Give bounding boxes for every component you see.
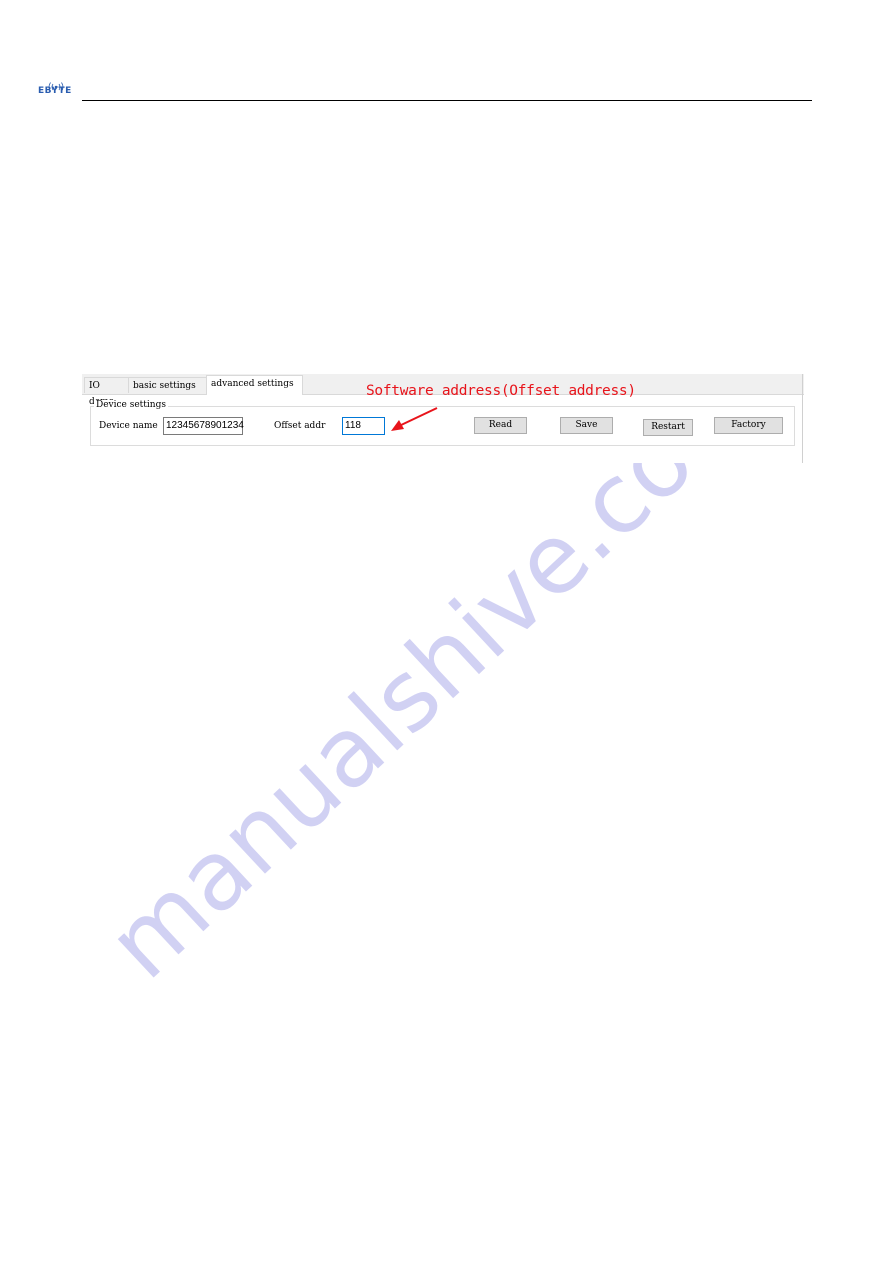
- tab-advanced-settings[interactable]: advanced settings: [206, 375, 303, 395]
- offset-addr-input[interactable]: 118: [342, 417, 385, 435]
- tab-io-demo[interactable]: IO demo: [84, 377, 129, 407]
- annotation-arrow-icon: [391, 407, 438, 431]
- group-label: Device settings: [94, 400, 168, 410]
- device-name-label: Device name: [99, 421, 158, 431]
- device-name-input[interactable]: 12345678901234: [163, 417, 244, 435]
- window-edge: [802, 374, 803, 463]
- factory-button[interactable]: Factory: [714, 417, 783, 434]
- save-button[interactable]: Save: [560, 417, 613, 434]
- restart-button[interactable]: Restart: [643, 419, 693, 436]
- offset-addr-label: Offset addr: [274, 421, 326, 431]
- header-rule: [82, 100, 812, 101]
- annotation-label: Software address(Offset address): [366, 383, 636, 399]
- read-button[interactable]: Read: [474, 417, 527, 434]
- tab-basic-settings[interactable]: basic settings: [128, 377, 207, 393]
- logo-text: EBYTE: [38, 86, 72, 96]
